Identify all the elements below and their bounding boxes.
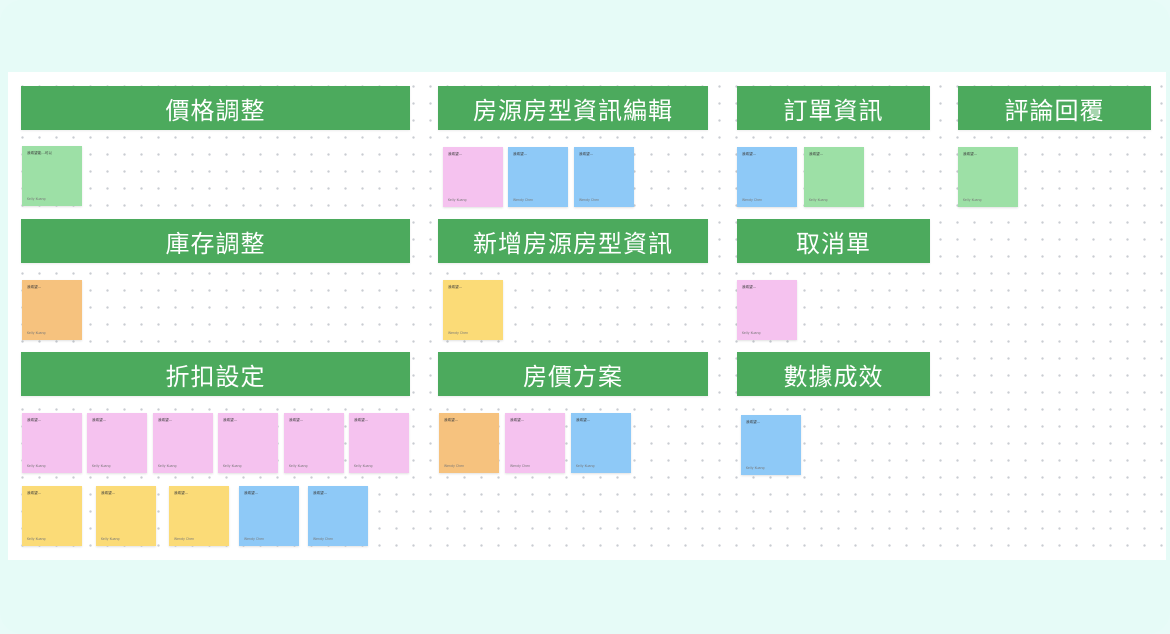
note-text: 我希望...: [101, 491, 116, 495]
sticky-note[interactable]: 我希望... Wendy Chen: [505, 413, 565, 473]
note-text: 我希望...: [510, 418, 525, 422]
sticky-note[interactable]: 我希望... Wendy Chen: [574, 147, 634, 207]
note-author: Wendy Chen: [513, 198, 534, 202]
section-header-discount[interactable]: 折扣設定: [21, 352, 410, 396]
note-author: Kelly Kuang: [27, 331, 46, 335]
sticky-note[interactable]: 我希望能...可以 Kelly Kuang: [22, 146, 82, 206]
sticky-note[interactable]: 我希望... Wendy Chen: [508, 147, 568, 207]
sticky-note[interactable]: 我希望... Kelly Kuang: [737, 280, 797, 340]
note-author: Wendy Chen: [444, 464, 465, 468]
section-header-label: 折扣設定: [165, 362, 266, 391]
section-header-performance[interactable]: 數據成效: [737, 352, 930, 396]
section-header-label: 庫存調整: [165, 229, 266, 258]
section-header-room-edit[interactable]: 房源房型資訊編輯: [438, 86, 708, 130]
note-author: Kelly Kuang: [27, 197, 46, 201]
note-text: 我希望...: [448, 152, 463, 156]
note-text: 我希望...: [313, 491, 328, 495]
note-text: 我希望...: [579, 152, 594, 156]
note-author: Kelly Kuang: [742, 331, 761, 335]
note-text: 我希望...: [289, 418, 304, 422]
note-author: Kelly Kuang: [158, 464, 177, 468]
section-header-label: 新增房源房型資訊: [473, 229, 673, 258]
section-header-label: 價格調整: [165, 96, 266, 125]
whiteboard-canvas[interactable]: 價格調整 房源房型資訊編輯 訂單資訊 評論回覆 庫存調整 新增房源房型資訊 取消…: [8, 72, 1166, 560]
sticky-note[interactable]: 我希望... Kelly Kuang: [284, 413, 344, 473]
section-header-inventory[interactable]: 庫存調整: [21, 219, 410, 263]
section-header-label: 數據成效: [783, 362, 884, 391]
sticky-note[interactable]: 我希望... Wendy Chen: [737, 147, 797, 207]
note-text: 我希望...: [92, 418, 107, 422]
note-author: Kelly Kuang: [746, 466, 765, 470]
note-text: 我希望...: [158, 418, 173, 422]
note-text: 我希望...: [354, 418, 369, 422]
note-author: Kelly Kuang: [354, 464, 373, 468]
note-text: 我希望...: [27, 285, 42, 289]
note-text: 我希望...: [746, 420, 761, 424]
note-text: 我希望...: [27, 418, 42, 422]
note-text: 我希望...: [448, 285, 463, 289]
note-author: Kelly Kuang: [92, 464, 111, 468]
section-header-room-new[interactable]: 新增房源房型資訊: [438, 219, 708, 263]
note-text: 我希望...: [809, 152, 824, 156]
sticky-note[interactable]: 我希望... Kelly Kuang: [96, 486, 156, 546]
sticky-note[interactable]: 我希望... Kelly Kuang: [153, 413, 213, 473]
note-author: Wendy Chen: [313, 537, 334, 541]
sticky-note[interactable]: 我希望... Kelly Kuang: [741, 415, 801, 475]
note-author: Kelly Kuang: [289, 464, 308, 468]
sticky-note[interactable]: 我希望... Kelly Kuang: [22, 486, 82, 546]
note-author: Kelly Kuang: [809, 198, 828, 202]
section-header-label: 房價方案: [523, 362, 623, 391]
sticky-note[interactable]: 我希望... Kelly Kuang: [958, 147, 1018, 207]
note-author: Kelly Kuang: [223, 464, 242, 468]
note-text: 我希望...: [27, 491, 42, 495]
note-author: Kelly Kuang: [963, 198, 982, 202]
note-author: Kelly Kuang: [27, 464, 46, 468]
section-header-order[interactable]: 訂單資訊: [737, 86, 930, 130]
sticky-note[interactable]: 我希望... Kelly Kuang: [804, 147, 864, 207]
sticky-note[interactable]: 我希望... Kelly Kuang: [349, 413, 409, 473]
note-text: 我希望...: [223, 418, 238, 422]
sticky-note[interactable]: 我希望... Wendy Chen: [443, 280, 503, 340]
note-author: Wendy Chen: [510, 464, 531, 468]
note-author: Kelly Kuang: [576, 464, 595, 468]
note-text: 我希望能...可以: [27, 151, 52, 155]
sticky-note[interactable]: 我希望... Kelly Kuang: [22, 413, 82, 473]
section-header-label: 房源房型資訊編輯: [473, 96, 673, 125]
sticky-note[interactable]: 我希望... Wendy Chen: [439, 413, 499, 473]
sticky-note[interactable]: 我希望... Kelly Kuang: [218, 413, 278, 473]
note-author: Kelly Kuang: [448, 198, 467, 202]
note-author: Wendy Chen: [174, 537, 195, 541]
section-header-cancel[interactable]: 取消單: [737, 219, 930, 263]
section-header-label: 取消單: [796, 229, 871, 258]
note-text: 我希望...: [742, 152, 757, 156]
note-author: Wendy Chen: [742, 198, 763, 202]
note-text: 我希望...: [444, 418, 459, 422]
sticky-note[interactable]: 我希望... Wendy Chen: [239, 486, 299, 546]
note-text: 我希望...: [963, 152, 978, 156]
note-text: 我希望...: [742, 285, 757, 289]
note-author: Wendy Chen: [579, 198, 600, 202]
note-author: Wendy Chen: [448, 331, 469, 335]
sticky-note[interactable]: 我希望... Kelly Kuang: [22, 280, 82, 340]
note-author: Kelly Kuang: [27, 537, 46, 541]
section-header-rate-plan[interactable]: 房價方案: [438, 352, 708, 396]
note-author: Kelly Kuang: [101, 537, 120, 541]
note-author: Wendy Chen: [244, 537, 265, 541]
note-text: 我希望...: [244, 491, 259, 495]
section-header-label: 訂單資訊: [783, 96, 884, 125]
note-text: 我希望...: [513, 152, 528, 156]
section-header-label: 評論回覆: [1004, 96, 1105, 125]
sticky-note[interactable]: 我希望... Wendy Chen: [169, 486, 229, 546]
sticky-note[interactable]: 我希望... Kelly Kuang: [443, 147, 503, 207]
note-text: 我希望...: [576, 418, 591, 422]
sticky-note[interactable]: 我希望... Kelly Kuang: [87, 413, 147, 473]
sticky-note[interactable]: 我希望... Wendy Chen: [308, 486, 368, 546]
section-header-price[interactable]: 價格調整: [21, 86, 410, 130]
note-text: 我希望...: [174, 491, 189, 495]
sticky-note[interactable]: 我希望... Kelly Kuang: [571, 413, 631, 473]
section-header-review[interactable]: 評論回覆: [958, 86, 1151, 130]
